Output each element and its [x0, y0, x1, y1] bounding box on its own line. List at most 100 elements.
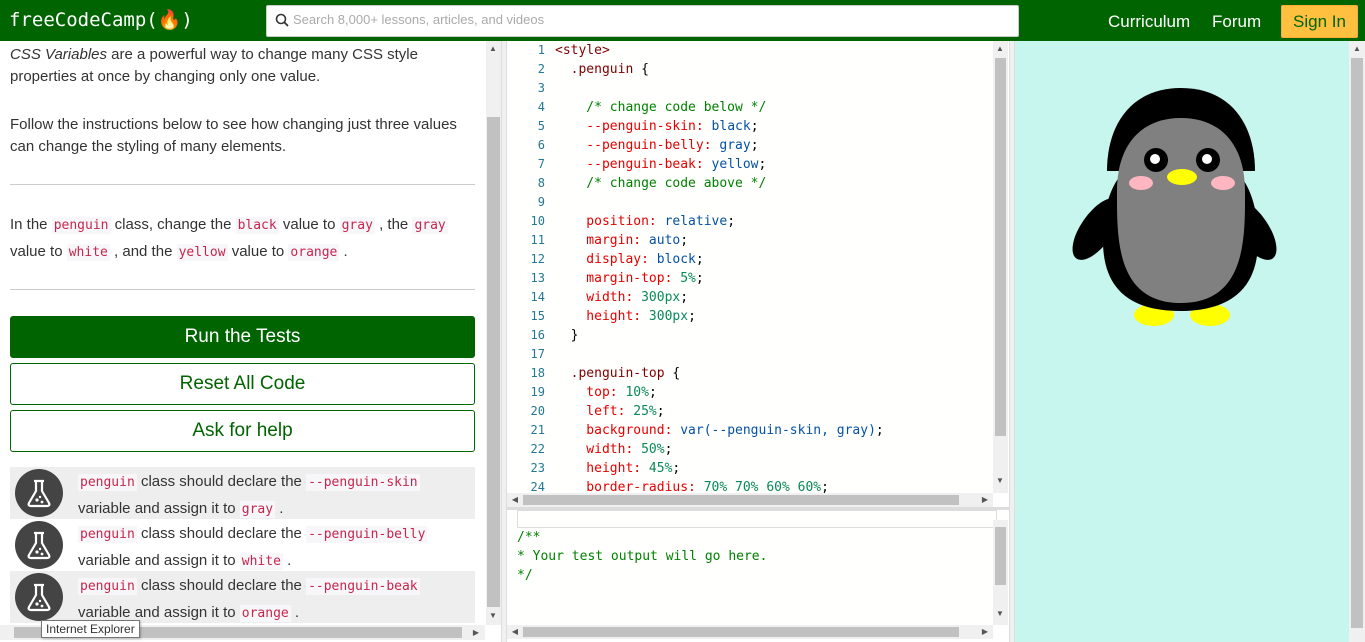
fcc-logo[interactable]: freeCodeCamp(🔥) [9, 8, 193, 31]
code-line[interactable]: --penguin-belly: gray; [555, 138, 759, 153]
code-editor[interactable]: 1 2 3 4 5 6 7 8 9 10 11 12 13 14 15 16 17 18 19 20 21 22 23 24 … [507, 41, 1009, 493]
code-token: height: [555, 461, 649, 476]
code-line[interactable]: margin-top: 5%; [555, 271, 703, 286]
code-line[interactable]: background: var(--penguin-skin, gray); [555, 423, 883, 438]
code-line[interactable]: /* change code above */ [555, 176, 766, 191]
code-token: auto [648, 233, 681, 248]
scroll-down-icon[interactable]: ▼ [994, 476, 1006, 485]
ask-help-button[interactable]: Ask for help [10, 410, 475, 452]
preview-scrollbar[interactable]: ▲ [1349, 41, 1365, 642]
code-token: ; [672, 461, 681, 476]
code-line[interactable]: display: block; [555, 252, 703, 267]
lesson-pane: CSS Variables are a powerful way to chan… [0, 41, 485, 626]
hscroll-thumb[interactable] [523, 627, 959, 637]
code-token: ; [821, 480, 829, 493]
code-token: 70% 70% 60% 60% [703, 480, 822, 493]
output-line: */ [517, 568, 533, 583]
line-number: 16 [530, 328, 545, 342]
code-line[interactable]: left: 25%; [555, 404, 664, 419]
code-line[interactable]: width: 50%; [555, 442, 672, 457]
scroll-up-icon[interactable]: ▲ [1351, 44, 1363, 53]
test-item: penguin class should declare the --pengu… [10, 519, 475, 571]
line-number: 21 [530, 423, 545, 437]
code-line[interactable]: top: 10%; [555, 385, 656, 400]
scroll-up-icon[interactable]: ▲ [487, 44, 499, 53]
code-line[interactable]: <style> [555, 43, 610, 58]
test-output-panel: /** * Your test output will go here. */ [507, 510, 1009, 625]
code-line[interactable]: position: relative; [555, 214, 735, 229]
code-line[interactable]: .penguin-top { [555, 366, 681, 381]
penguin-left-cheek [1129, 176, 1153, 190]
lesson-scrollbar[interactable]: ▲ ▼ [486, 41, 501, 625]
forum-link[interactable]: Forum [1212, 12, 1261, 32]
line-number: 17 [530, 347, 545, 361]
editor-hscrollbar[interactable]: ◀ ▶ [507, 493, 993, 507]
code-token: ; [750, 138, 759, 153]
code-token: 300px [641, 290, 681, 305]
code-token: width: [555, 290, 642, 305]
output-line: * Your test output will go here. [517, 549, 768, 564]
line-number: 18 [530, 366, 545, 380]
code-token: <style> [555, 43, 610, 58]
top-nav: freeCodeCamp(🔥) Curriculum Forum Sign In [0, 0, 1365, 41]
output-line: /** [517, 530, 541, 545]
code-token: } [555, 328, 579, 343]
code-line[interactable]: height: 45%; [555, 461, 680, 476]
line-number: 6 [537, 138, 545, 152]
hscroll-thumb[interactable] [523, 495, 959, 505]
scroll-thumb[interactable] [487, 117, 500, 607]
editor-scrollbar[interactable]: ▲ ▼ [993, 41, 1008, 493]
scroll-down-icon[interactable]: ▼ [487, 611, 499, 620]
code-line[interactable]: } [555, 328, 579, 343]
code-token: --penguin-belly: [555, 138, 720, 153]
line-number: 4 [537, 100, 545, 114]
code-line[interactable]: height: 300px; [555, 309, 696, 324]
line-number: 20 [530, 404, 545, 418]
code-line[interactable]: .penguin { [555, 62, 649, 77]
code-token: ; [680, 290, 689, 305]
code-token: yellow [711, 157, 759, 172]
scroll-right-icon[interactable]: ▶ [979, 495, 991, 504]
browser-tooltip: Internet Explorer [41, 620, 140, 638]
code-line[interactable]: border-radius: 70% 70% 60% 60%; [555, 480, 829, 493]
lesson-instructions: In the penguin class, change the black v… [10, 216, 448, 261]
code-line[interactable]: width: 300px; [555, 290, 688, 305]
sign-in-button[interactable]: Sign In [1281, 5, 1358, 38]
curriculum-link[interactable]: Curriculum [1108, 12, 1190, 32]
scroll-left-icon[interactable]: ◀ [509, 627, 521, 636]
code-line[interactable]: /* change code below */ [555, 100, 766, 115]
output-hscrollbar[interactable]: ◀ ▶ [507, 625, 993, 639]
penguin-right-cheek [1211, 176, 1235, 190]
code-line[interactable]: --penguin-skin: black; [555, 119, 758, 134]
code-token: 300px [648, 309, 689, 324]
scroll-thumb[interactable] [995, 58, 1006, 436]
code-token: --penguin-beak: [555, 157, 712, 172]
code-line[interactable]: margin: auto; [555, 233, 688, 248]
line-number: 24 [530, 480, 545, 493]
code-token: /* change code below */ [555, 100, 767, 115]
flask-icon [15, 573, 63, 621]
line-number: 10 [530, 214, 545, 228]
code-line[interactable]: --penguin-beak: yellow; [555, 157, 766, 172]
code-token: ; [680, 233, 689, 248]
scroll-thumb[interactable] [1351, 58, 1363, 628]
run-tests-button[interactable]: Run the Tests [10, 316, 475, 358]
scroll-right-icon[interactable]: ▶ [470, 628, 482, 637]
code-token: /* change code above */ [555, 176, 767, 191]
code-token: black [711, 119, 751, 134]
code-token: ; [688, 309, 696, 324]
code-token: display: [555, 252, 657, 267]
output-scrollbar[interactable]: ▼ [993, 520, 1008, 625]
search-box[interactable] [266, 5, 1019, 37]
scroll-left-icon[interactable]: ◀ [509, 495, 521, 504]
scroll-down-icon[interactable]: ▼ [994, 609, 1006, 618]
reset-code-button[interactable]: Reset All Code [10, 363, 475, 405]
line-number: 7 [537, 157, 545, 171]
code-token: { [641, 62, 649, 77]
scroll-right-icon[interactable]: ▶ [979, 627, 991, 636]
penguin-beak [1167, 169, 1197, 185]
code-token: height: [555, 309, 649, 324]
search-input[interactable] [293, 12, 993, 27]
scroll-up-icon[interactable]: ▲ [994, 44, 1006, 53]
scroll-thumb[interactable] [995, 527, 1006, 585]
